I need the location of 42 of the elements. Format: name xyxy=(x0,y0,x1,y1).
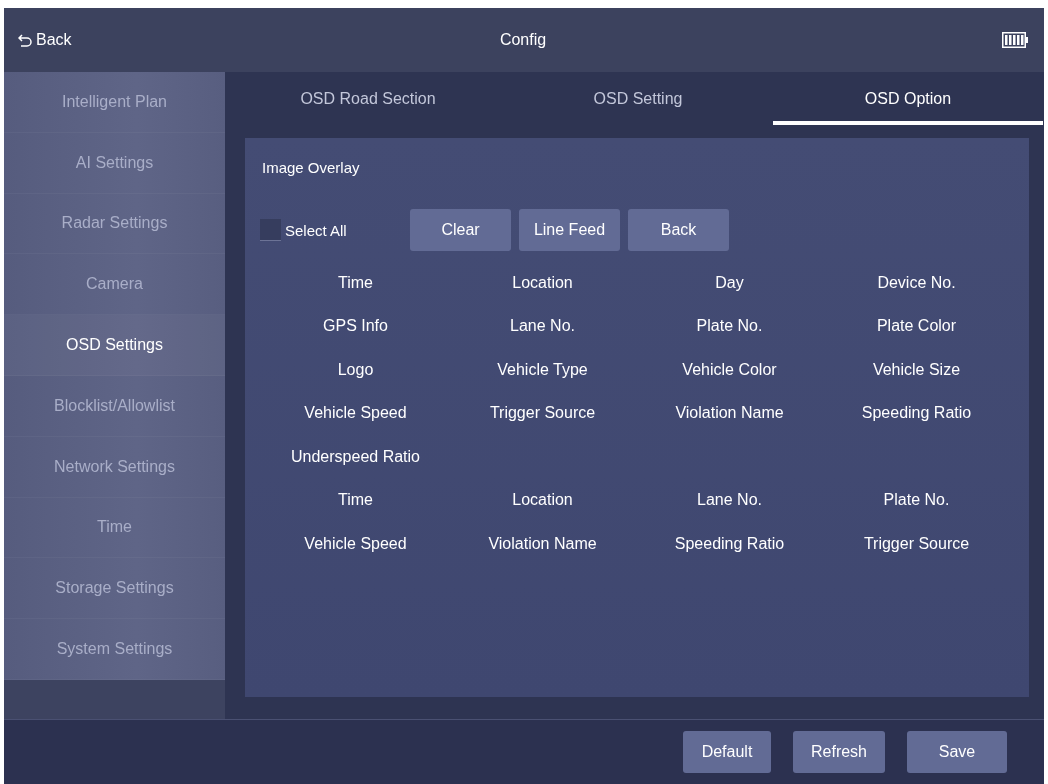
overlay-option[interactable]: Trigger Source xyxy=(489,404,596,423)
action-button[interactable]: Back xyxy=(628,209,729,251)
overlay-option[interactable]: Plate Color xyxy=(876,317,957,336)
tab[interactable]: OSD Option xyxy=(773,72,1043,125)
overlay-option[interactable]: Vehicle Speed xyxy=(304,404,407,423)
overlay-option[interactable]: Lane No. xyxy=(510,317,575,336)
sidebar-item[interactable]: OSD Settings xyxy=(4,315,225,376)
overlay-option[interactable]: Day xyxy=(715,273,744,292)
action-button[interactable]: Clear xyxy=(410,209,511,251)
window-title: Config xyxy=(499,31,547,49)
back-button[interactable]: Back xyxy=(18,29,72,51)
panel-title: Image Overlay xyxy=(262,157,360,178)
overlay-option[interactable]: Time xyxy=(338,491,373,510)
checkbox-label: Select All xyxy=(285,221,347,239)
overlay-option[interactable]: Speeding Ratio xyxy=(861,404,972,423)
overlay-option[interactable]: Location xyxy=(512,491,573,510)
overlay-option[interactable]: Plate No. xyxy=(696,317,763,336)
footer-button[interactable]: Default xyxy=(683,731,771,773)
footer-button[interactable]: Save xyxy=(907,731,1007,773)
overlay-option[interactable]: Vehicle Size xyxy=(872,360,961,379)
select-all-checkbox[interactable] xyxy=(260,219,281,241)
tab[interactable]: OSD Road Section xyxy=(233,72,503,125)
battery-icon xyxy=(1002,32,1028,48)
overlay-option[interactable]: Vehicle Color xyxy=(682,360,777,379)
overlay-option[interactable]: Time xyxy=(338,273,373,292)
overlay-option[interactable]: Plate No. xyxy=(883,491,950,510)
overlay-option[interactable]: Violation Name xyxy=(675,404,784,423)
tab[interactable]: OSD Setting xyxy=(503,72,773,125)
overlay-option[interactable]: Lane No. xyxy=(697,491,762,510)
footer-button[interactable]: Refresh xyxy=(793,731,885,773)
overlay-option[interactable]: Trigger Source xyxy=(863,534,970,553)
overlay-option[interactable]: Underspeed Ratio xyxy=(291,447,420,466)
overlay-option[interactable]: Device No. xyxy=(877,273,956,292)
overlay-option[interactable]: Logo xyxy=(337,360,374,379)
overlay-option[interactable]: Vehicle Speed xyxy=(304,534,407,553)
overlay-option[interactable]: GPS Info xyxy=(323,317,388,336)
overlay-option[interactable]: Location xyxy=(512,273,573,292)
action-button[interactable]: Line Feed xyxy=(519,209,620,251)
overlay-option[interactable]: Vehicle Type xyxy=(497,360,588,379)
overlay-option[interactable]: Speeding Ratio xyxy=(674,534,785,553)
return-arrow-icon xyxy=(18,33,32,47)
overlay-option[interactable]: Violation Name xyxy=(488,534,597,553)
